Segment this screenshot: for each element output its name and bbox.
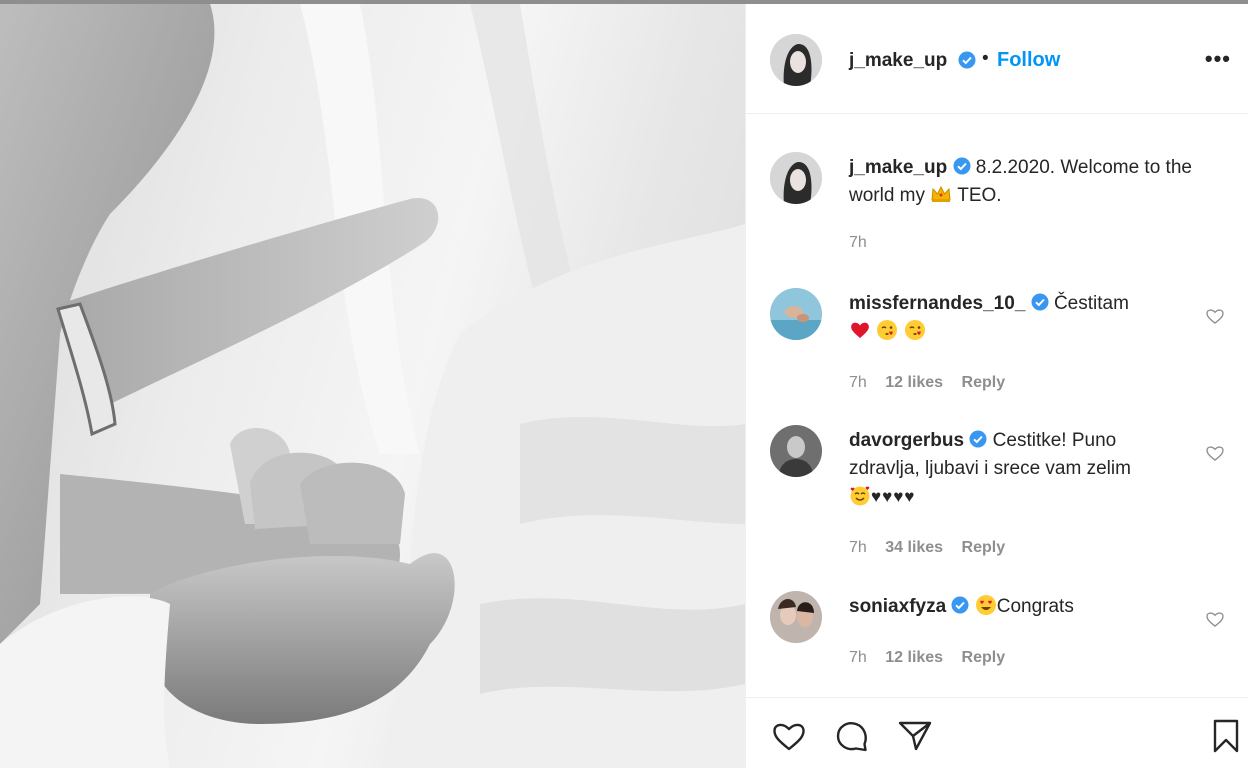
comment-reply-button[interactable]: Reply: [962, 649, 1006, 666]
comment-likes[interactable]: 34 likes: [885, 539, 943, 556]
verified-badge-icon: [969, 430, 987, 448]
verified-badge-icon: [958, 51, 976, 69]
comment-time[interactable]: 7h: [849, 649, 867, 666]
share-paper-plane-icon[interactable]: [897, 718, 933, 754]
comment-likes[interactable]: 12 likes: [885, 374, 943, 391]
comment-username[interactable]: missfernandes_10_: [849, 293, 1025, 314]
winking-kiss-emoji-icon: [877, 320, 898, 340]
comment-body: Čestitam: [1053, 293, 1129, 314]
caption-author-avatar[interactable]: [770, 152, 822, 204]
comment-body: Congrats: [996, 596, 1074, 617]
commenter-avatar[interactable]: [770, 425, 822, 477]
heart-eyes-emoji-icon: [975, 595, 996, 615]
comment-time[interactable]: 7h: [849, 539, 867, 556]
comment-bubble-icon[interactable]: [834, 718, 870, 754]
header-separator: •: [982, 48, 989, 69]
post-sidebar: j_make_up • Follow ••• j_make_up 8.2.202…: [745, 4, 1248, 768]
red-heart-emoji-icon: [851, 322, 869, 338]
photo-hands-illustration: [0, 4, 745, 768]
caption-timestamp[interactable]: 7h: [849, 234, 867, 252]
winking-kiss-emoji-icon: [904, 320, 925, 340]
comment-username[interactable]: davorgerbus: [849, 430, 964, 451]
smiling-face-with-hearts-emoji-icon: [850, 486, 870, 506]
verified-badge-icon: [951, 596, 969, 614]
caption-username[interactable]: j_make_up: [849, 157, 947, 178]
more-options-button[interactable]: •••: [1205, 46, 1231, 72]
comment-reply-button[interactable]: Reply: [962, 374, 1006, 391]
save-bookmark-icon[interactable]: [1208, 718, 1244, 754]
verified-badge-icon: [1031, 293, 1049, 311]
author-username[interactable]: j_make_up: [849, 50, 947, 72]
comment-meta: 7h 12 likes Reply: [849, 374, 1019, 392]
comment-username[interactable]: soniaxfyza: [849, 596, 946, 617]
caption-text: j_make_up 8.2.2020. Welcome to the world…: [849, 154, 1209, 210]
caption-body-after: TEO.: [957, 185, 1002, 206]
post-action-bar: [746, 697, 1248, 768]
crown-emoji-icon: [931, 185, 951, 202]
comment-reply-button[interactable]: Reply: [962, 539, 1006, 556]
verified-badge-icon: [953, 157, 971, 175]
post-header: j_make_up • Follow •••: [746, 4, 1248, 114]
author-avatar[interactable]: [770, 34, 822, 86]
comment-meta: 7h 34 likes Reply: [849, 539, 1019, 557]
comment-text: davorgerbus Cestitke! Puno zdravlja, lju…: [849, 427, 1189, 511]
like-comment-heart-icon[interactable]: [1205, 306, 1225, 326]
like-heart-icon[interactable]: [771, 718, 807, 754]
commenter-avatar[interactable]: [770, 591, 822, 643]
commenter-avatar[interactable]: [770, 288, 822, 340]
comment-time[interactable]: 7h: [849, 374, 867, 391]
comment-likes[interactable]: 12 likes: [885, 649, 943, 666]
comment-text: missfernandes_10_ Čestitam: [849, 290, 1189, 346]
follow-button[interactable]: Follow: [997, 49, 1060, 72]
black-hearts-emoji: ♥♥♥♥: [871, 487, 916, 506]
comment-text: soniaxfyza Congrats: [849, 593, 1189, 621]
post-photo[interactable]: [0, 4, 745, 768]
like-comment-heart-icon[interactable]: [1205, 609, 1225, 629]
comment-meta: 7h 12 likes Reply: [849, 649, 1019, 667]
like-comment-heart-icon[interactable]: [1205, 443, 1225, 463]
